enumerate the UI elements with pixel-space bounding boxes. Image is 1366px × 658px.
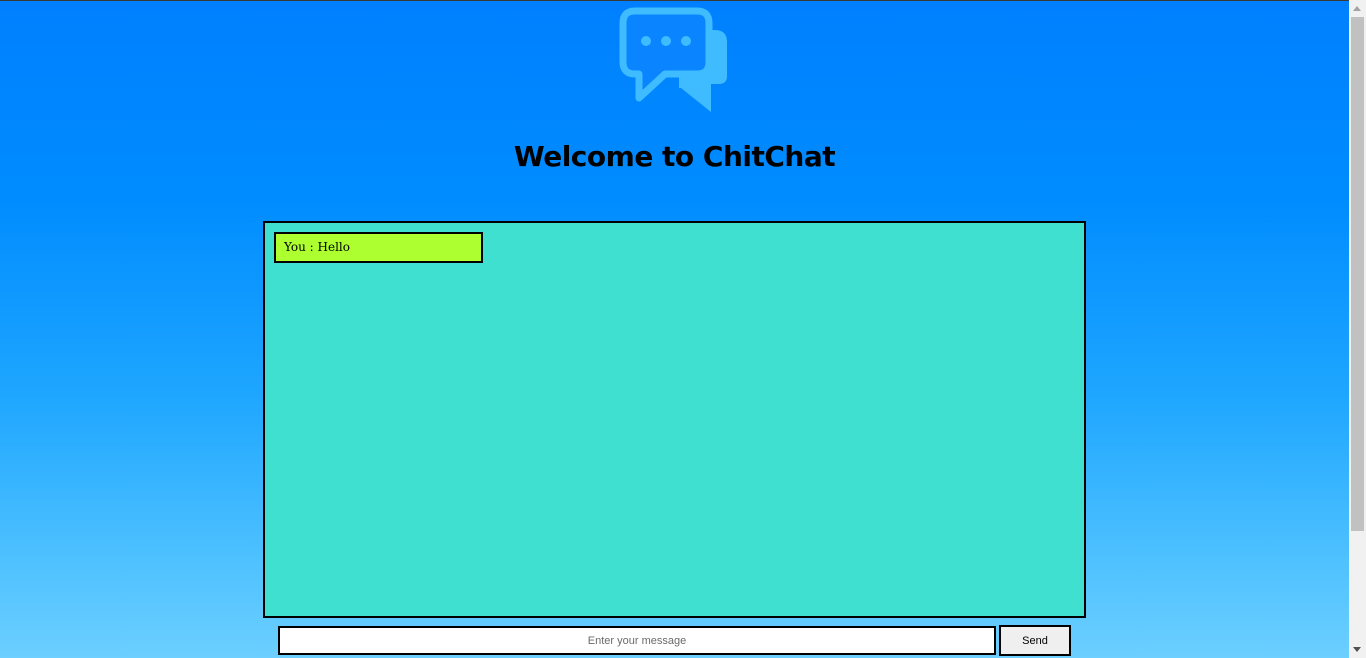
page-title: Welcome to ChitChat (513, 140, 836, 173)
scroll-up-arrow-icon[interactable] (1349, 0, 1366, 17)
vertical-scrollbar[interactable] (1349, 0, 1366, 658)
send-button[interactable]: Send (999, 625, 1071, 656)
chat-bubbles-icon (619, 6, 731, 116)
message-input[interactable] (278, 626, 996, 655)
chat-message: You : Hello (274, 232, 483, 263)
chat-messages-panel[interactable]: You : Hello (263, 221, 1086, 618)
page: Welcome to ChitChat You : Hello Send (0, 0, 1349, 658)
top-border (0, 0, 1349, 1)
scroll-down-arrow-icon[interactable] (1349, 641, 1366, 658)
scrollbar-thumb[interactable] (1351, 17, 1364, 531)
